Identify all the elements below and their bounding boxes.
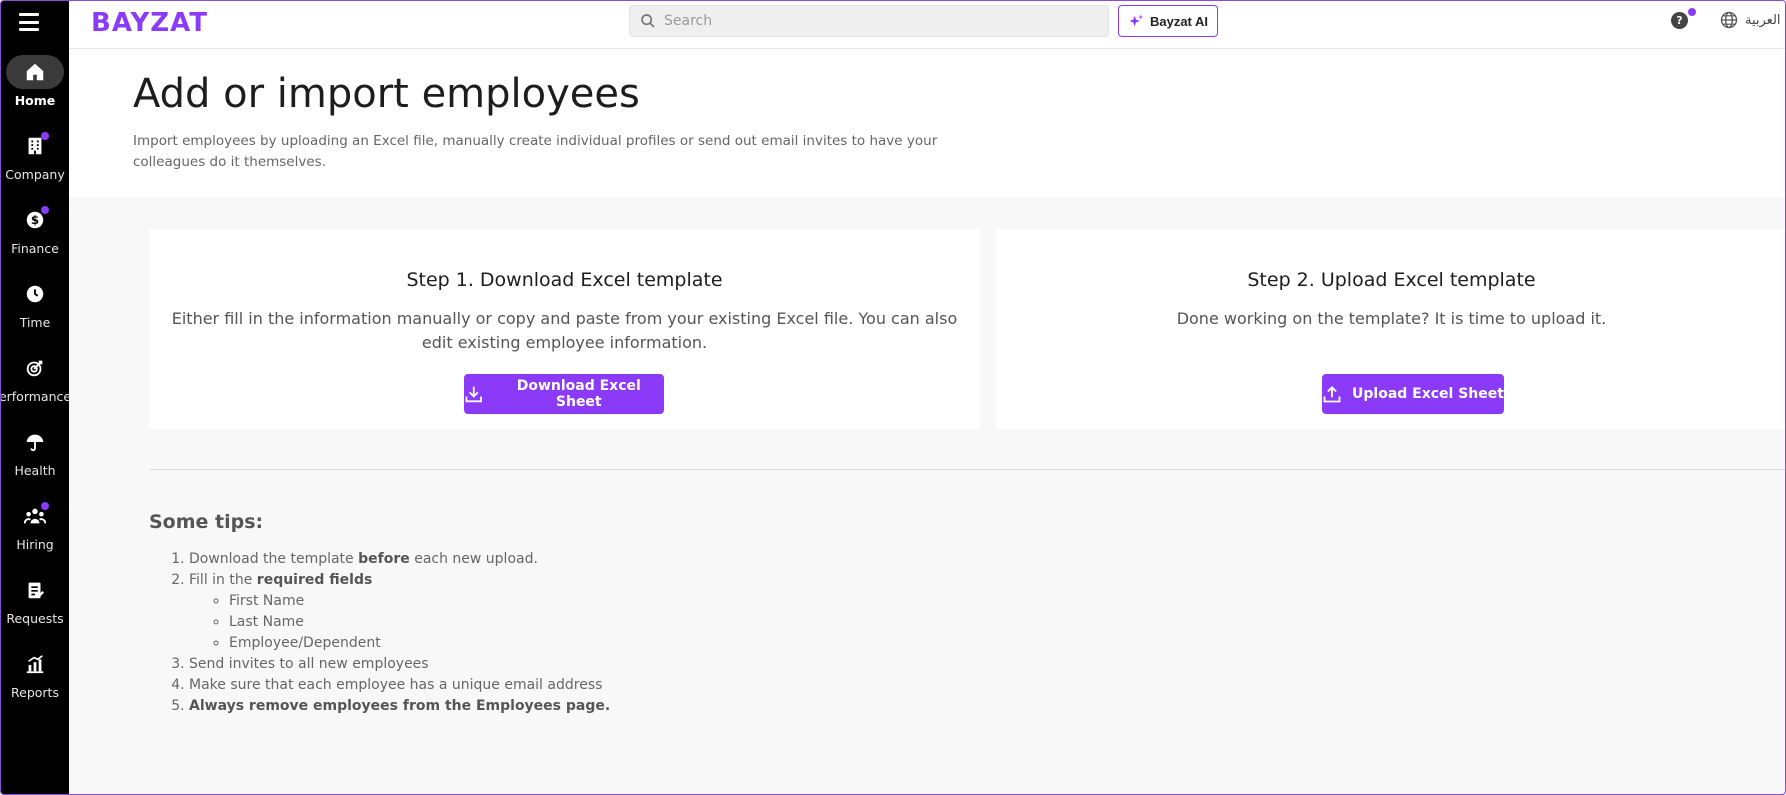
tips-title: Some tips: (149, 511, 264, 533)
svg-text:$: $ (31, 213, 39, 227)
search-icon (641, 14, 655, 28)
sidebar-item-finance[interactable]: $ Finance (1, 203, 69, 273)
step-1-title: Step 1. Download Excel template (406, 269, 723, 291)
bayzat-ai-button[interactable]: Bayzat AI (1118, 5, 1218, 37)
sidebar-item-label: Hiring (16, 537, 54, 552)
tip-item: Make sure that each employee has a uniqu… (189, 675, 610, 696)
bayzat-logo[interactable]: BAYZAT (91, 8, 208, 38)
sidebar-item-label: Health (14, 463, 56, 478)
sidebar-item-performance[interactable]: erformance (0, 351, 72, 421)
sidebar-item-time[interactable]: Time (1, 277, 69, 347)
tip-item: Download the template before each new up… (189, 549, 610, 570)
search-input[interactable] (664, 13, 1084, 29)
sidebar-item-company[interactable]: Company (1, 129, 69, 199)
umbrella-icon (26, 434, 44, 452)
sidebar-item-home[interactable]: Home (1, 55, 69, 125)
tips-list: Download the template before each new up… (173, 549, 610, 717)
download-excel-button[interactable]: Download Excel Sheet (464, 374, 664, 414)
notification-dot (41, 132, 49, 140)
download-excel-label: Download Excel Sheet (516, 378, 641, 410)
sidebar-item-label: erformance (0, 389, 72, 404)
step-2-text: Done working on the template? It is time… (1176, 309, 1607, 328)
bayzat-ai-label: Bayzat AI (1149, 13, 1209, 29)
clock-icon (26, 285, 44, 303)
sidebar-item-health[interactable]: Health (1, 425, 69, 495)
app-window: Home Company $ Finance Time erformance H… (0, 0, 1786, 795)
upload-icon (1323, 386, 1341, 403)
top-bar: BAYZAT Bayzat AI ? العربية (69, 1, 1785, 49)
step-1-text: Either fill in the information manually … (171, 309, 958, 352)
required-field-item: Last Name (229, 612, 610, 633)
page-description: Import employees by uploading an Excel f… (133, 133, 938, 170)
home-icon (26, 63, 44, 81)
step-1-card: Step 1. Download Excel template Either f… (149, 229, 980, 429)
tip-item: Fill in the required fields First Name L… (189, 570, 610, 654)
page-header: Add or import employees Import employees… (69, 49, 1785, 197)
sparkle-icon (1129, 14, 1144, 27)
language-label: العربية (1745, 12, 1781, 28)
sidebar-item-label: Home (14, 93, 56, 108)
step-2-title: Step 2. Upload Excel template (1247, 269, 1536, 291)
search-box[interactable] (629, 5, 1109, 37)
step-2-card: Step 2. Upload Excel template Done worki… (996, 229, 1785, 429)
tip-item: Always remove employees from the Employe… (189, 696, 610, 717)
sidebar-item-label: Time (19, 315, 51, 330)
required-field-item: Employee/Dependent (229, 633, 610, 654)
sidebar-item-label: Finance (11, 241, 59, 256)
globe-icon (1720, 11, 1738, 29)
chart-icon (26, 655, 44, 674)
upload-excel-button[interactable]: Upload Excel Sheet (1322, 374, 1504, 414)
menu-icon[interactable] (19, 13, 39, 31)
download-icon (465, 386, 482, 403)
language-switcher[interactable]: العربية (1719, 10, 1781, 30)
tip-item: Send invites to all new employees (189, 654, 610, 675)
sidebar-item-label: Requests (6, 611, 64, 626)
required-field-item: First Name (229, 591, 610, 612)
sidebar: Home Company $ Finance Time erformance H… (0, 1, 72, 794)
help-icon[interactable]: ? (1671, 8, 1696, 29)
notification-dot (41, 206, 49, 214)
page-title: Add or import employees (133, 71, 640, 117)
sidebar-item-label: Reports (11, 685, 59, 700)
target-icon (26, 360, 43, 377)
section-divider (149, 469, 1785, 470)
clipboard-icon (28, 582, 45, 599)
sidebar-item-label: Company (5, 167, 65, 182)
sidebar-item-hiring[interactable]: Hiring (1, 499, 69, 569)
help-label: ? (1676, 14, 1683, 27)
notification-dot (1688, 8, 1696, 16)
sidebar-item-reports[interactable]: Reports (1, 647, 69, 717)
notification-dot (41, 502, 49, 510)
upload-excel-label: Upload Excel Sheet (1352, 386, 1504, 402)
sidebar-item-requests[interactable]: Requests (1, 573, 69, 643)
